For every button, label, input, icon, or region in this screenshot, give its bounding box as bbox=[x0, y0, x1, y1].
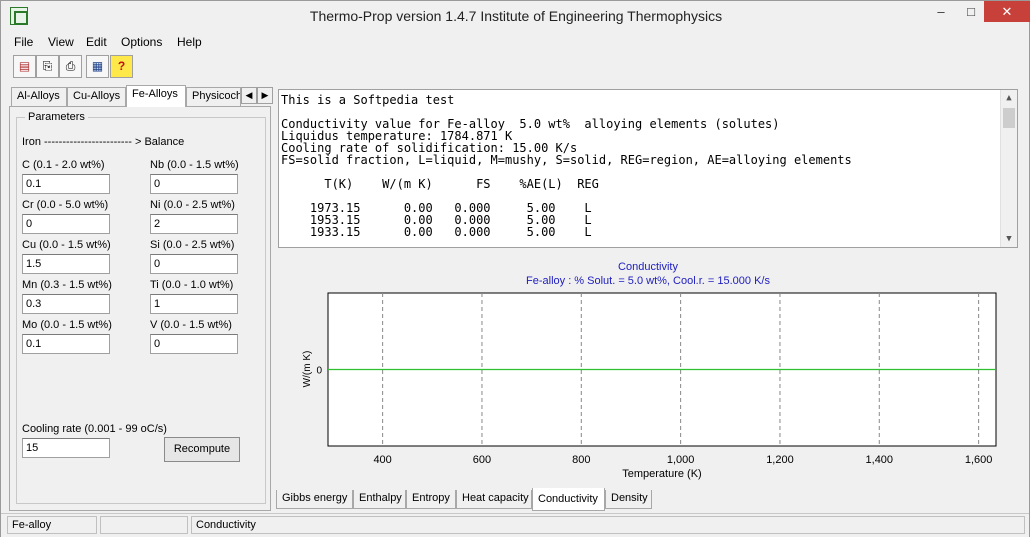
cu-input[interactable] bbox=[22, 254, 110, 274]
v-label: V (0.0 - 1.5 wt%) bbox=[150, 319, 232, 331]
tab-heat-capacity[interactable]: Heat capacity bbox=[456, 490, 532, 509]
maximize-button[interactable]: □ bbox=[956, 1, 986, 22]
conductivity-chart: 4006008001,0001,2001,4001,6001,800 0 Tem… bbox=[302, 292, 997, 480]
ni-label: Ni (0.0 - 2.5 wt%) bbox=[150, 199, 235, 211]
tab-gibbs-energy[interactable]: Gibbs energy bbox=[276, 490, 353, 509]
tab-scroll-right-icon[interactable]: ▶ bbox=[257, 87, 273, 104]
tab-scroll-left-icon[interactable]: ◀ bbox=[241, 87, 257, 104]
ti-input[interactable] bbox=[150, 294, 238, 314]
tab-cu-alloys[interactable]: Cu-Alloys bbox=[67, 87, 126, 106]
calculator-icon[interactable]: ▦ bbox=[86, 55, 109, 78]
c-label: C (0.1 - 2.0 wt%) bbox=[22, 159, 105, 171]
help-icon[interactable]: ? bbox=[110, 55, 133, 78]
tab-density[interactable]: Density bbox=[605, 490, 652, 509]
balance-label: Iron ------------------------ > Balance bbox=[22, 136, 185, 148]
new-file-icon[interactable]: ▤ bbox=[13, 55, 36, 78]
si-label: Si (0.0 - 2.5 wt%) bbox=[150, 239, 235, 251]
scrollbar-thumb[interactable] bbox=[1003, 108, 1015, 128]
alloy-tabs: Al-Alloys Cu-Alloys Fe-Alloys Physicoch … bbox=[11, 85, 273, 107]
mo-input[interactable] bbox=[22, 334, 110, 354]
property-tabs: Gibbs energy Enthalpy Entropy Heat capac… bbox=[276, 488, 1026, 512]
cr-input[interactable] bbox=[22, 214, 110, 234]
menu-bar: File View Edit Options Help bbox=[1, 31, 1029, 53]
v-input[interactable] bbox=[150, 334, 238, 354]
tab-fe-alloys[interactable]: Fe-Alloys bbox=[126, 85, 186, 107]
tab-enthalpy[interactable]: Enthalpy bbox=[353, 490, 406, 509]
scroll-up-icon[interactable]: ▲ bbox=[1001, 90, 1017, 106]
tab-physicochemical[interactable]: Physicoch bbox=[186, 87, 241, 106]
menu-edit[interactable]: Edit bbox=[86, 35, 107, 49]
x-tick-label: 1,600 bbox=[965, 454, 993, 466]
scroll-down-icon[interactable]: ▼ bbox=[1001, 231, 1017, 247]
chart-panel: Conductivity Fe-alloy : % Solut. = 5.0 w… bbox=[278, 251, 1018, 489]
minimize-button[interactable]: – bbox=[926, 1, 956, 22]
tab-al-alloys[interactable]: Al-Alloys bbox=[11, 87, 67, 106]
cr-label: Cr (0.0 - 5.0 wt%) bbox=[22, 199, 109, 211]
menu-file[interactable]: File bbox=[14, 35, 33, 49]
nb-input[interactable] bbox=[150, 174, 238, 194]
ti-label: Ti (0.0 - 1.0 wt%) bbox=[150, 279, 234, 291]
status-property: Conductivity bbox=[191, 516, 1025, 534]
menu-help[interactable]: Help bbox=[177, 35, 202, 49]
close-button[interactable]: ✕ bbox=[984, 1, 1030, 22]
output-scrollbar[interactable]: ▲ ▼ bbox=[1000, 90, 1017, 247]
output-line: 1933.15 0.00 0.000 5.00 L bbox=[281, 225, 592, 239]
menu-options[interactable]: Options bbox=[121, 35, 162, 49]
status-bar: Fe-alloy Conductivity bbox=[1, 513, 1029, 537]
x-tick-label: 1,400 bbox=[866, 454, 894, 466]
status-empty bbox=[100, 516, 188, 534]
output-line: FS=solid fraction, L=liquid, M=mushy, S=… bbox=[281, 153, 852, 167]
tab-entropy[interactable]: Entropy bbox=[406, 490, 456, 509]
y-tick-label: 0 bbox=[316, 366, 322, 377]
main-window: Thermo-Prop version 1.4.7 Institute of E… bbox=[0, 0, 1030, 537]
mn-input[interactable] bbox=[22, 294, 110, 314]
x-axis-label: Temperature (K) bbox=[622, 468, 701, 480]
cu-label: Cu (0.0 - 1.5 wt%) bbox=[22, 239, 111, 251]
x-tick-label: 1,200 bbox=[766, 454, 794, 466]
menu-view[interactable]: View bbox=[48, 35, 74, 49]
parameters-group-label: Parameters bbox=[25, 111, 88, 123]
si-input[interactable] bbox=[150, 254, 238, 274]
mn-label: Mn (0.3 - 1.5 wt%) bbox=[22, 279, 112, 291]
output-line: This is a Softpedia test bbox=[281, 93, 455, 107]
y-axis-label: W/(m K) bbox=[302, 351, 313, 388]
mo-label: Mo (0.0 - 1.5 wt%) bbox=[22, 319, 112, 331]
cooling-rate-input[interactable] bbox=[22, 438, 110, 458]
x-tick-label: 1,000 bbox=[667, 454, 695, 466]
output-line: T(K) W/(m K) FS %AE(L) REG bbox=[281, 177, 599, 191]
c-input[interactable] bbox=[22, 174, 110, 194]
title-bar[interactable]: Thermo-Prop version 1.4.7 Institute of E… bbox=[1, 1, 1030, 31]
output-textarea[interactable]: This is a Softpedia test Conductivity va… bbox=[278, 89, 1018, 248]
x-tick-label: 400 bbox=[373, 454, 391, 466]
tab-conductivity[interactable]: Conductivity bbox=[532, 488, 605, 511]
window-title: Thermo-Prop version 1.4.7 Institute of E… bbox=[309, 8, 723, 24]
recompute-button[interactable]: Recompute bbox=[164, 437, 240, 462]
ni-input[interactable] bbox=[150, 214, 238, 234]
cooling-rate-label: Cooling rate (0.001 - 99 oC/s) bbox=[22, 423, 167, 435]
x-tick-label: 800 bbox=[572, 454, 590, 466]
nb-label: Nb (0.0 - 1.5 wt%) bbox=[150, 159, 239, 171]
copy-icon[interactable]: ⎘ bbox=[36, 55, 59, 78]
x-tick-label: 600 bbox=[473, 454, 491, 466]
status-alloy: Fe-alloy bbox=[7, 516, 97, 534]
print-icon[interactable]: ⎙ bbox=[59, 55, 82, 78]
